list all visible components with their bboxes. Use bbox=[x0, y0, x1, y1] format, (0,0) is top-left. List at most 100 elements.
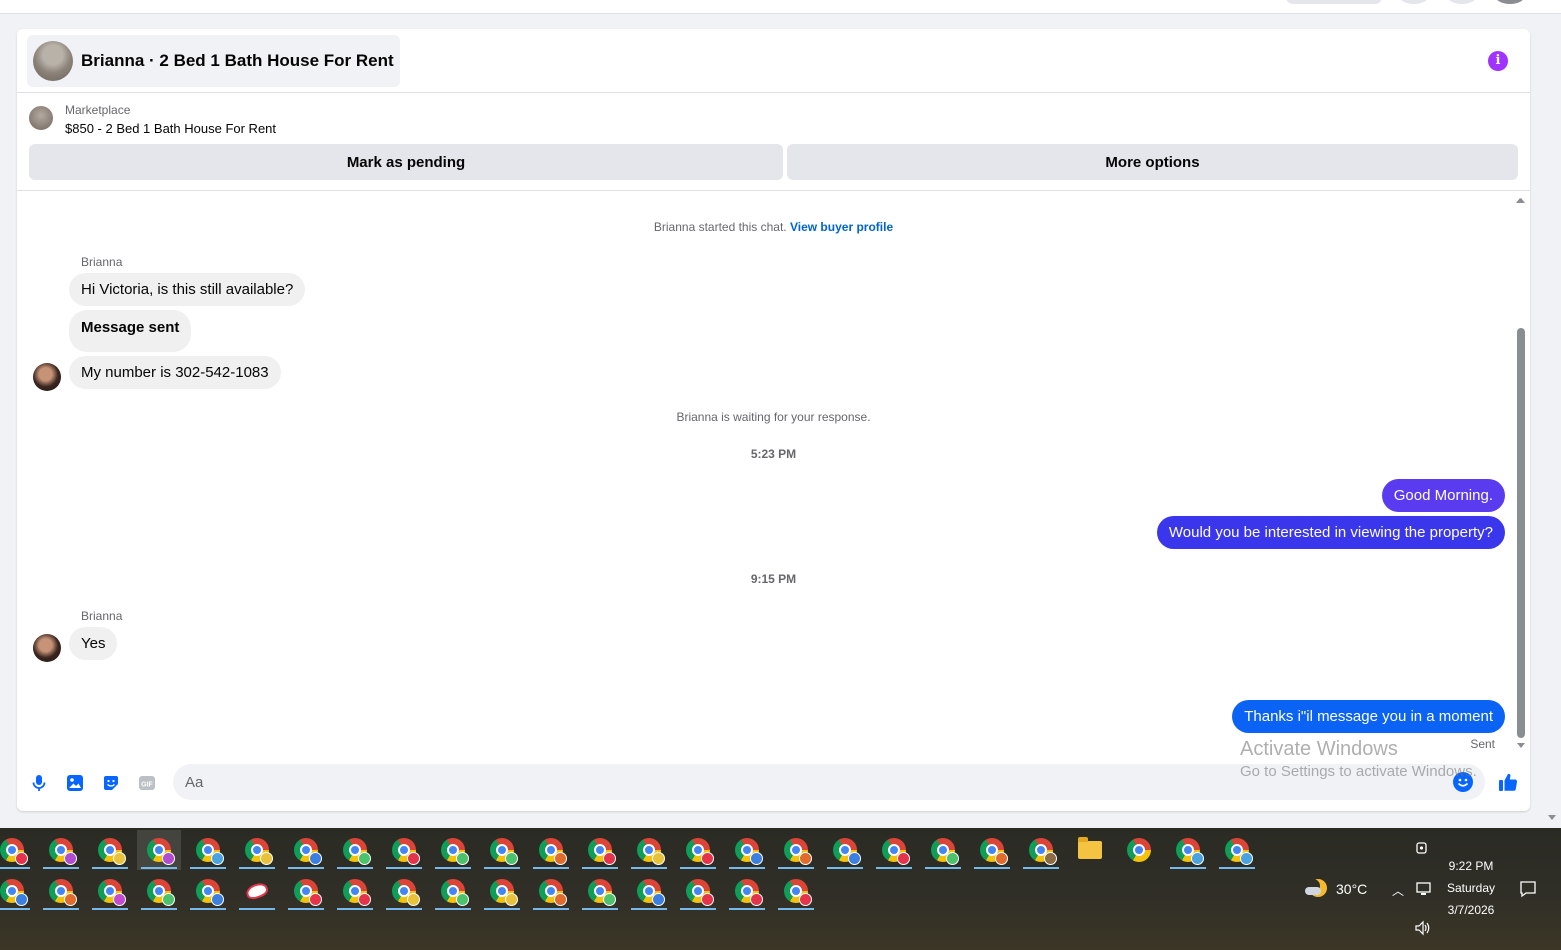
taskbar-app-button[interactable] bbox=[137, 830, 181, 870]
profile-badge-icon bbox=[701, 852, 714, 865]
weather-icon[interactable] bbox=[1305, 877, 1329, 901]
clock-day[interactable]: Saturday bbox=[1440, 881, 1502, 895]
profile-badge-icon bbox=[1240, 852, 1253, 865]
outgoing-message[interactable]: Good Morning. bbox=[1381, 479, 1505, 512]
taskbar-app-button[interactable] bbox=[627, 871, 671, 911]
page-scroll-down-icon[interactable] bbox=[1548, 815, 1556, 820]
taskbar-app-button[interactable] bbox=[0, 830, 34, 870]
incoming-message[interactable]: Message sent bbox=[69, 310, 192, 352]
show-hidden-icons-chevron-icon[interactable]: ︿ bbox=[1392, 882, 1404, 899]
taskbar-app-button[interactable] bbox=[921, 830, 965, 870]
taskbar-app-button[interactable] bbox=[235, 830, 279, 870]
taskbar-app-button[interactable] bbox=[382, 830, 426, 870]
running-indicator bbox=[43, 908, 79, 910]
taskbar-app-button[interactable] bbox=[39, 871, 83, 911]
more-options-button[interactable]: More options bbox=[787, 144, 1518, 180]
view-buyer-profile-link[interactable]: View buyer profile bbox=[790, 220, 893, 234]
top-search-pill[interactable] bbox=[1286, 0, 1382, 4]
taskbar-app-button[interactable] bbox=[970, 830, 1014, 870]
taskbar-app-button[interactable] bbox=[872, 830, 916, 870]
taskbar-app-button[interactable] bbox=[382, 871, 426, 911]
taskbar-app-button[interactable] bbox=[284, 830, 328, 870]
clock-date[interactable]: 3/7/2026 bbox=[1440, 903, 1502, 917]
profile-badge-icon bbox=[64, 893, 77, 906]
taskbar-app-button[interactable] bbox=[284, 871, 328, 911]
taskbar-app-button[interactable] bbox=[333, 830, 377, 870]
incoming-message[interactable]: My number is 302-542-1083 bbox=[69, 356, 281, 389]
thumbs-up-icon[interactable] bbox=[1497, 771, 1519, 793]
profile-badge-icon bbox=[554, 852, 567, 865]
running-indicator bbox=[337, 908, 373, 910]
taskbar-app-button[interactable] bbox=[725, 830, 769, 870]
taskbar-app-button[interactable] bbox=[431, 830, 475, 870]
taskbar-app-button[interactable] bbox=[774, 871, 818, 911]
info-icon[interactable]: i bbox=[1488, 51, 1508, 71]
taskbar-app-button[interactable] bbox=[186, 830, 230, 870]
taskbar-app-button[interactable] bbox=[333, 871, 377, 911]
taskbar-app-button[interactable] bbox=[480, 871, 524, 911]
running-indicator bbox=[631, 908, 667, 910]
taskbar-app-button[interactable] bbox=[774, 830, 818, 870]
mark-as-pending-button[interactable]: Mark as pending bbox=[29, 144, 783, 180]
taskbar-app-button[interactable] bbox=[1166, 830, 1210, 870]
photo-icon[interactable] bbox=[65, 773, 85, 793]
sticker-icon[interactable] bbox=[101, 773, 121, 793]
top-account-avatar[interactable] bbox=[1494, 0, 1526, 4]
listing-price-title[interactable]: $850 - 2 Bed 1 Bath House For Rent bbox=[65, 121, 276, 136]
network-icon[interactable] bbox=[1415, 881, 1433, 897]
volume-icon[interactable] bbox=[1414, 920, 1432, 936]
taskbar-app-button[interactable] bbox=[578, 830, 622, 870]
marketplace-chat-panel: Brianna · 2 Bed 1 Bath House For Rent i … bbox=[17, 29, 1530, 811]
taskbar-app-button[interactable] bbox=[1215, 830, 1259, 870]
scroll-down-arrow-icon[interactable] bbox=[1517, 743, 1525, 748]
outgoing-message[interactable]: Thanks i"il message you in a moment bbox=[1232, 700, 1505, 733]
chat-scrollbar[interactable] bbox=[1516, 198, 1526, 748]
message-input[interactable] bbox=[173, 764, 1485, 800]
taskbar-app-button[interactable] bbox=[235, 871, 279, 911]
running-indicator bbox=[288, 908, 324, 910]
outgoing-message[interactable]: Would you be interested in viewing the p… bbox=[1156, 516, 1505, 549]
notification-center-icon[interactable] bbox=[1519, 880, 1537, 898]
chrome-icon bbox=[196, 879, 224, 906]
running-indicator bbox=[386, 908, 422, 910]
taskbar-app-button[interactable] bbox=[1068, 830, 1112, 870]
conversation-title-chip[interactable]: Brianna · 2 Bed 1 Bath House For Rent bbox=[27, 35, 400, 87]
taskbar-app-button[interactable] bbox=[676, 871, 720, 911]
taskbar-app-button[interactable] bbox=[1117, 830, 1161, 870]
running-indicator bbox=[190, 867, 226, 869]
taskbar-app-button[interactable] bbox=[627, 830, 671, 870]
meet-now-icon[interactable] bbox=[1414, 840, 1430, 856]
taskbar-app-button[interactable] bbox=[480, 830, 524, 870]
chrome-icon bbox=[147, 879, 175, 906]
top-menu-button[interactable] bbox=[1398, 0, 1430, 4]
taskbar-app-button[interactable] bbox=[823, 830, 867, 870]
brianna-avatar[interactable] bbox=[33, 363, 61, 391]
emoji-icon[interactable] bbox=[1453, 772, 1473, 792]
taskbar-app-button[interactable] bbox=[1019, 830, 1063, 870]
chrome-icon bbox=[490, 838, 518, 865]
gif-icon[interactable]: GIF bbox=[137, 773, 157, 793]
scrollbar-thumb[interactable] bbox=[1517, 328, 1525, 738]
taskbar-app-button[interactable] bbox=[529, 871, 573, 911]
brianna-avatar[interactable] bbox=[33, 634, 61, 662]
taskbar-app-button[interactable] bbox=[137, 871, 181, 911]
incoming-message[interactable]: Yes bbox=[69, 627, 118, 660]
taskbar-app-button[interactable] bbox=[431, 871, 475, 911]
clock-time[interactable]: 9:22 PM bbox=[1440, 859, 1502, 873]
taskbar-app-button[interactable] bbox=[529, 830, 573, 870]
taskbar-app-button[interactable] bbox=[186, 871, 230, 911]
taskbar-app-button[interactable] bbox=[578, 871, 622, 911]
top-notifications-button[interactable] bbox=[1446, 0, 1478, 4]
taskbar-app-button[interactable] bbox=[0, 871, 34, 911]
microphone-icon[interactable] bbox=[29, 773, 49, 793]
profile-badge-icon bbox=[848, 852, 861, 865]
page-scroll-up-icon[interactable] bbox=[1516, 198, 1524, 203]
weather-temperature[interactable]: 30°C bbox=[1336, 881, 1367, 897]
sent-status: Sent bbox=[1470, 737, 1495, 751]
taskbar-app-button[interactable] bbox=[39, 830, 83, 870]
taskbar-app-button[interactable] bbox=[88, 830, 132, 870]
taskbar-app-button[interactable] bbox=[725, 871, 769, 911]
taskbar-app-button[interactable] bbox=[88, 871, 132, 911]
taskbar-app-button[interactable] bbox=[676, 830, 720, 870]
incoming-message[interactable]: Hi Victoria, is this still available? bbox=[69, 273, 306, 306]
